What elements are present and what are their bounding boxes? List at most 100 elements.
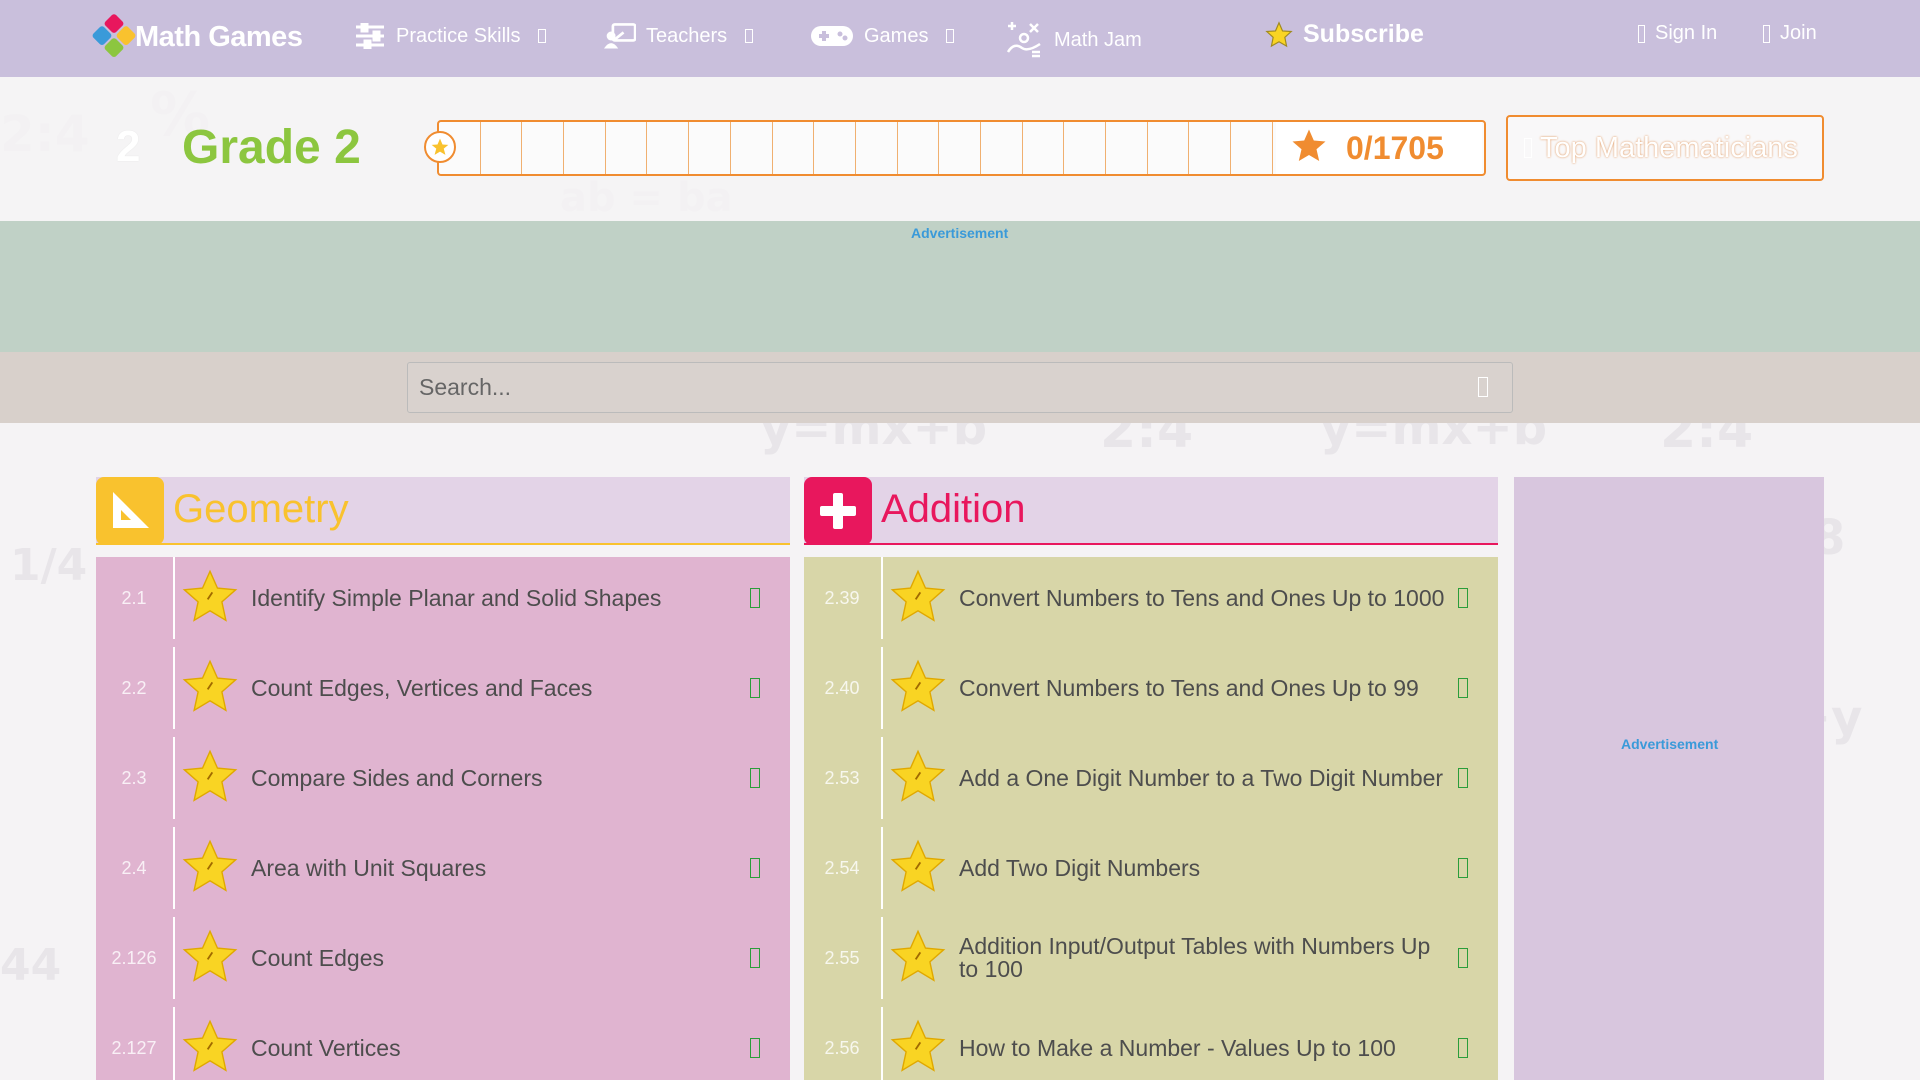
- divider: [881, 917, 883, 999]
- skill-row[interactable]: 2.56 How to Make a Number - Values Up to…: [804, 1007, 1498, 1080]
- skill-row[interactable]: 2.126 Count Edges: [96, 917, 790, 999]
- top-navbar: Math Games Practice Skills Teachers Game…: [0, 0, 1920, 77]
- join-label: Join: [1780, 22, 1817, 44]
- search-button[interactable]: [1472, 372, 1494, 402]
- logo-text: Math Games: [135, 20, 303, 53]
- top-mathematicians-button[interactable]: Top Mathematicians: [1506, 115, 1824, 181]
- top-mathematicians-label: Top Mathematicians: [1540, 131, 1798, 164]
- progress-cell: [522, 122, 565, 174]
- sign-in-link[interactable]: Sign In: [1638, 22, 1717, 45]
- nav-practice-skills[interactable]: Practice Skills: [354, 22, 547, 50]
- search-input[interactable]: [407, 362, 1513, 413]
- skill-number: 2.3: [121, 767, 147, 788]
- orange-star-icon: [1290, 128, 1328, 169]
- sign-in-icon: [1638, 24, 1645, 43]
- progress-cell: [606, 122, 648, 174]
- skill-arrow-icon[interactable]: [1458, 588, 1468, 608]
- skill-number: 2.55: [824, 947, 860, 968]
- skill-star-icon: [889, 659, 947, 715]
- trophy-icon: [1524, 138, 1532, 158]
- skill-number: 2.56: [824, 1037, 860, 1058]
- skill-row[interactable]: 2.2 Count Edges, Vertices and Faces: [96, 647, 790, 729]
- skill-arrow-icon[interactable]: [750, 1038, 760, 1058]
- nav-practice-skills-label: Practice Skills: [396, 24, 521, 47]
- addition-panel: Addition 2.39 Convert Numbers to Tens an…: [804, 477, 1498, 1080]
- progress-cell: [1106, 122, 1148, 174]
- nav-games[interactable]: Games: [810, 22, 955, 50]
- divider: [881, 737, 883, 819]
- skill-number: 2.54: [824, 857, 860, 878]
- skill-arrow-icon[interactable]: [750, 858, 760, 878]
- side-advertisement[interactable]: [1514, 477, 1824, 1080]
- skill-star-icon: [889, 569, 947, 625]
- skill-label: Count Edges, Vertices and Faces: [251, 674, 593, 701]
- divider: [881, 557, 883, 639]
- nav-teachers-label: Teachers: [646, 24, 728, 47]
- skill-row[interactable]: 2.54 Add Two Digit Numbers: [804, 827, 1498, 909]
- skill-star-icon: [889, 1019, 947, 1075]
- nav-teachers[interactable]: Teachers: [604, 22, 754, 50]
- skill-arrow-icon[interactable]: [1458, 1038, 1468, 1058]
- subscribe-link[interactable]: Subscribe: [1265, 20, 1424, 49]
- math-games-logo[interactable]: Math Games: [91, 12, 303, 59]
- skill-number: 2.1: [121, 587, 147, 608]
- progress-cell: [564, 122, 606, 174]
- skill-label: Add a One Digit Number to a Two Digit Nu…: [959, 764, 1444, 791]
- skill-label: Compare Sides and Corners: [251, 764, 543, 791]
- skill-row[interactable]: 2.127 Count Vertices: [96, 1007, 790, 1080]
- progress-cell: [647, 122, 690, 174]
- addition-title[interactable]: Addition: [881, 487, 1026, 532]
- progress-score: 0/1705: [1276, 122, 1482, 174]
- math-jam-icon: [1004, 22, 1044, 58]
- skill-arrow-icon[interactable]: [750, 768, 760, 788]
- skill-arrow-icon[interactable]: [1458, 768, 1468, 788]
- skill-row[interactable]: 2.4 Area with Unit Squares: [96, 827, 790, 909]
- progress-cell: [481, 122, 523, 174]
- skill-star-icon: [181, 749, 239, 805]
- skill-row[interactable]: 2.39 Convert Numbers to Tens and Ones Up…: [804, 557, 1498, 639]
- nav-math-jam[interactable]: Math Jam: [1004, 22, 1142, 58]
- skill-arrow-icon[interactable]: [750, 678, 760, 698]
- skill-star-icon: [181, 839, 239, 895]
- skill-label: How to Make a Number - Values Up to 100: [959, 1034, 1396, 1061]
- geometry-skill-list: 2.1 Identify Simple Planar and Solid Sha…: [96, 557, 790, 1080]
- teacher-board-icon: [604, 22, 636, 50]
- geometry-panel-header: Geometry: [96, 477, 790, 545]
- skill-number: 2.40: [824, 677, 860, 698]
- skill-star-icon: [889, 749, 947, 805]
- skill-row[interactable]: 2.3 Compare Sides and Corners: [96, 737, 790, 819]
- skill-row[interactable]: 2.53 Add a One Digit Number to a Two Dig…: [804, 737, 1498, 819]
- divider: [173, 917, 175, 999]
- skill-number: 2.126: [111, 947, 157, 968]
- divider: [881, 647, 883, 729]
- addition-skill-list: 2.39 Convert Numbers to Tens and Ones Up…: [804, 557, 1498, 1080]
- skill-arrow-icon[interactable]: [750, 948, 760, 968]
- join-link[interactable]: Join: [1763, 22, 1817, 45]
- skill-star-icon: [889, 839, 947, 895]
- progress-cell: [1189, 122, 1232, 174]
- star-icon: [1265, 20, 1293, 49]
- skill-label: Convert Numbers to Tens and Ones Up to 1…: [959, 584, 1445, 611]
- progress-cell: [981, 122, 1023, 174]
- skill-row[interactable]: 2.1 Identify Simple Planar and Solid Sha…: [96, 557, 790, 639]
- skill-row[interactable]: 2.40 Convert Numbers to Tens and Ones Up…: [804, 647, 1498, 729]
- progress-cell: [1064, 122, 1106, 174]
- skill-arrow-icon[interactable]: [1458, 858, 1468, 878]
- skill-label: Identify Simple Planar and Solid Shapes: [251, 584, 662, 611]
- skill-arrow-icon[interactable]: [1458, 678, 1468, 698]
- grade-number: 2: [116, 122, 141, 171]
- skill-arrow-icon[interactable]: [750, 588, 760, 608]
- divider: [173, 827, 175, 909]
- skill-star-icon: [889, 929, 947, 985]
- skill-label: Count Edges: [251, 944, 384, 971]
- set-square-icon: [96, 477, 164, 545]
- divider: [173, 557, 175, 639]
- progress-cell: [814, 122, 856, 174]
- skill-star-icon: [181, 569, 239, 625]
- subscribe-label: Subscribe: [1303, 20, 1424, 48]
- skill-arrow-icon[interactable]: [1458, 948, 1468, 968]
- skill-row[interactable]: 2.55 Addition Input/Output Tables with N…: [804, 917, 1498, 999]
- advertisement-label: Advertisement: [911, 225, 1009, 241]
- geometry-title[interactable]: Geometry: [173, 487, 349, 532]
- skill-number: 2.4: [121, 857, 147, 878]
